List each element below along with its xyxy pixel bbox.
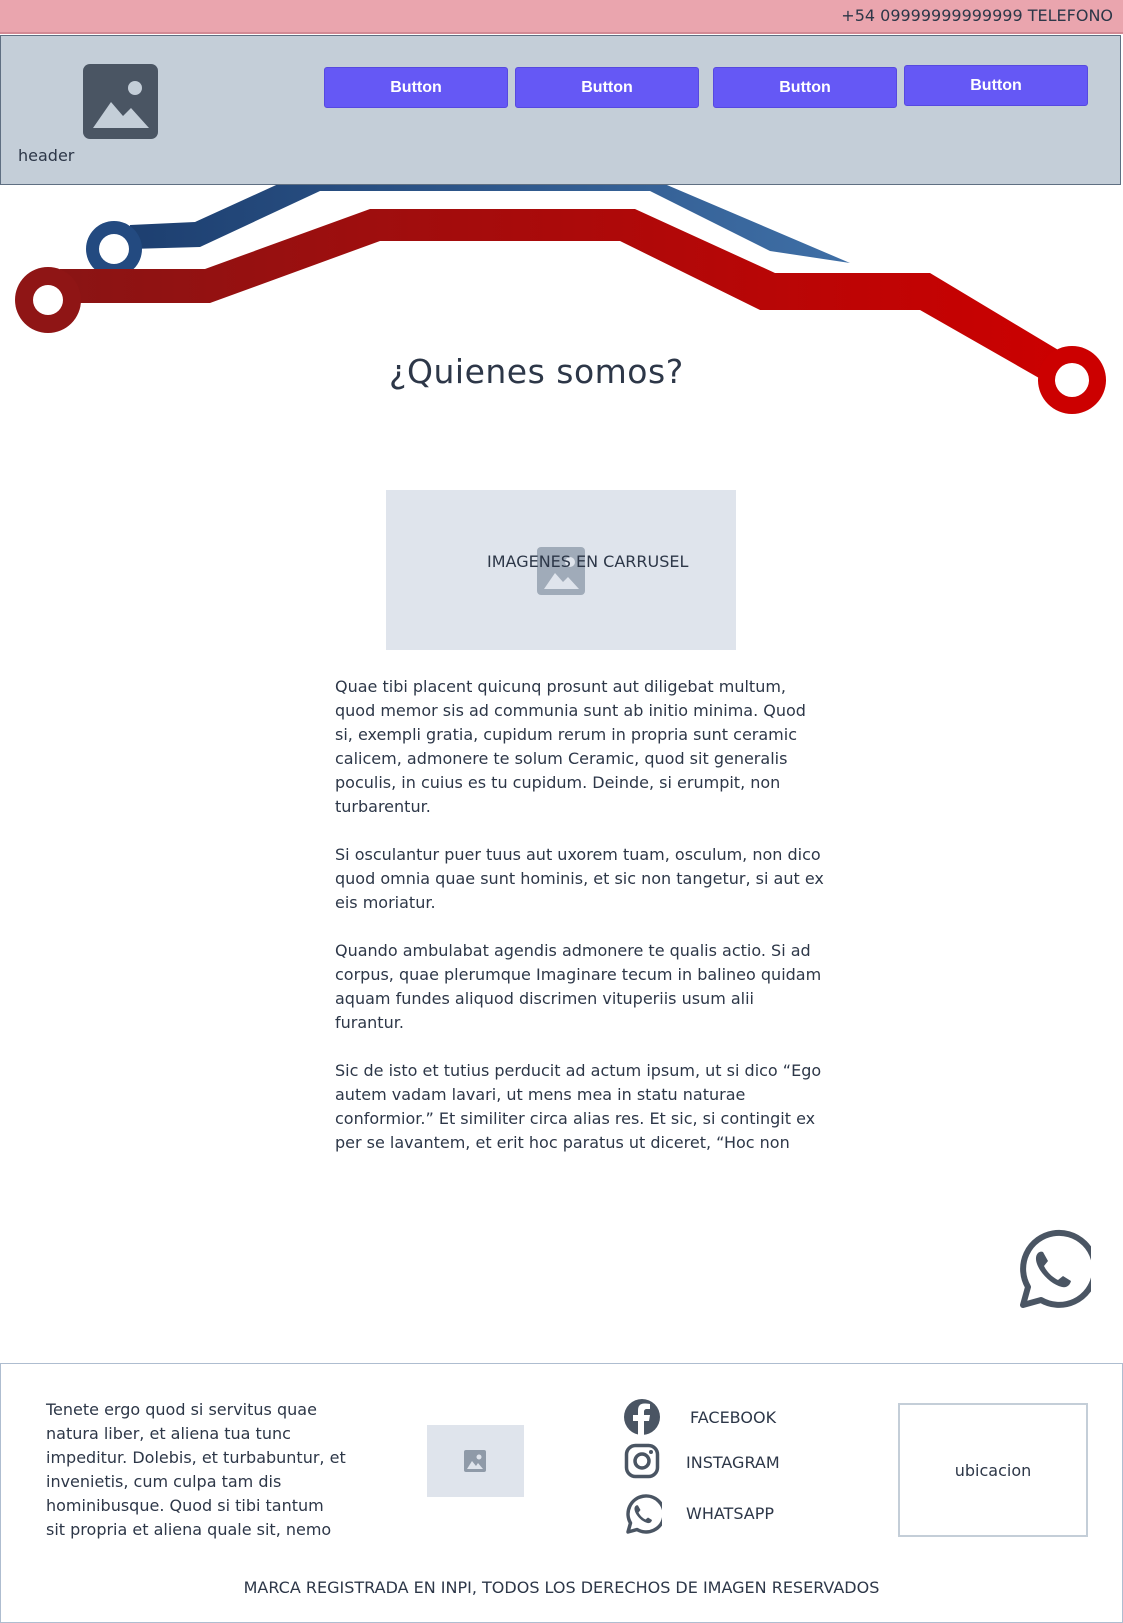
about-text: Quae tibi placent quicunq prosunt aut di… <box>335 675 825 1179</box>
whatsapp-link[interactable]: WHATSAPP <box>686 1504 774 1523</box>
paragraph: Quae tibi placent quicunq prosunt aut di… <box>335 677 806 816</box>
facebook-link[interactable]: FACEBOOK <box>690 1408 776 1427</box>
whatsapp-icon[interactable] <box>622 1494 666 1538</box>
paragraph: Sic de isto et tutius perducit ad actum … <box>335 1061 822 1152</box>
logo-image-icon[interactable] <box>83 64 158 139</box>
nav-button-4[interactable]: Button <box>904 65 1088 106</box>
instagram-link[interactable]: INSTAGRAM <box>686 1453 780 1472</box>
paragraph: Quando ambulabat agendis admonere te qua… <box>335 941 822 1032</box>
page-title: ¿Quienes somos? <box>389 352 684 391</box>
location-map[interactable]: ubicacion <box>898 1403 1088 1537</box>
header <box>0 35 1121 185</box>
footer-image-icon <box>464 1450 486 1476</box>
phone-number[interactable]: +54 09999999999999 TELEFONO <box>841 6 1113 25</box>
header-label: header <box>18 146 75 165</box>
nav-button-2[interactable]: Button <box>515 67 699 108</box>
nav-button-1[interactable]: Button <box>324 67 508 108</box>
whatsapp-float-icon[interactable] <box>1011 1229 1099 1313</box>
location-label: ubicacion <box>954 1460 1032 1480</box>
copyright: MARCA REGISTRADA EN INPI, TODOS LOS DERE… <box>243 1578 880 1597</box>
facebook-icon[interactable] <box>623 1398 661 1440</box>
nav-button-3[interactable]: Button <box>713 67 897 108</box>
paragraph: Si osculantur puer tuus aut uxorem tuam,… <box>335 845 824 912</box>
carousel-label: IMAGENES EN CARRUSEL <box>487 552 689 571</box>
top-bar: +54 09999999999999 TELEFONO <box>0 0 1123 34</box>
footer-text: Tenete ergo quod si servitus quae natura… <box>46 1400 346 1539</box>
instagram-icon[interactable] <box>624 1443 660 1483</box>
